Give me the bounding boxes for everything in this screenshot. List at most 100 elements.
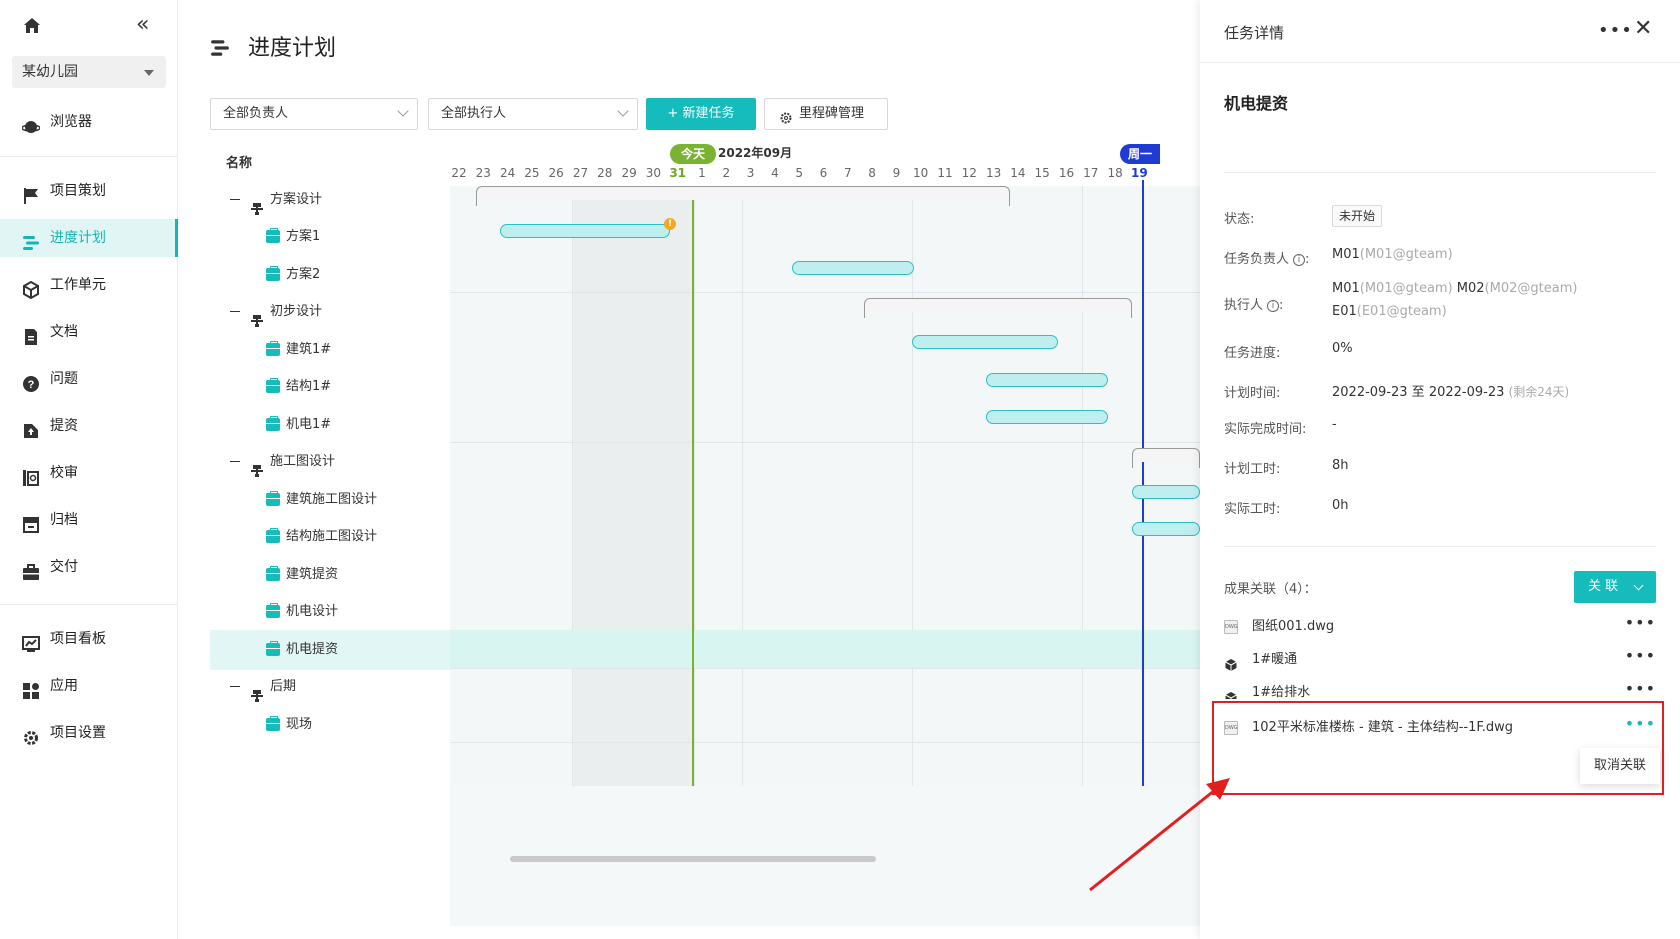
sidebar-item-issues[interactable]: ? 问题	[0, 360, 178, 398]
upload-icon	[22, 417, 40, 438]
sidebar-item-settings[interactable]: 项目设置	[0, 714, 178, 752]
grid-line	[572, 186, 573, 786]
task-bar[interactable]	[1132, 522, 1200, 536]
day-label: 29	[621, 166, 637, 180]
grid-row-line	[450, 742, 1200, 743]
owner-email: (M01@gteam)	[1359, 247, 1453, 262]
more-icon[interactable]: •••	[1625, 640, 1656, 672]
annotation-arrow	[1089, 778, 1230, 892]
result-item[interactable]: DWG 图纸001.dwg •••	[1224, 611, 1656, 643]
task-bar[interactable]	[500, 224, 670, 238]
collapse-toggle-icon[interactable]	[230, 307, 240, 317]
summary-bar[interactable]	[476, 186, 1010, 206]
owner-filter[interactable]: 全部负责人	[210, 98, 418, 130]
progress-value: 0%	[1332, 341, 1353, 356]
tree-task-row[interactable]: 方案2	[210, 255, 450, 295]
task-bar[interactable]	[986, 373, 1108, 387]
tree-task-row[interactable]: 建筑1#	[210, 330, 450, 370]
collapse-toggle-icon[interactable]	[230, 682, 240, 692]
sidebar-item-archive[interactable]: 归档	[0, 501, 178, 539]
day-label: 13	[985, 166, 1002, 180]
day-label: 11	[937, 166, 953, 180]
cube-icon	[1224, 686, 1238, 699]
more-icon[interactable]: •••	[1625, 677, 1656, 699]
collapse-toggle-icon[interactable]	[230, 195, 240, 205]
sidebar-item-review[interactable]: 校审	[0, 454, 178, 492]
tree-task-row[interactable]: 机电1#	[210, 405, 450, 445]
tree-label: 方案1	[286, 229, 321, 244]
collapse-icon[interactable]: «	[136, 14, 156, 36]
more-icon[interactable]: •••	[1625, 607, 1656, 639]
tree-task-row[interactable]: 现场	[210, 705, 450, 745]
day-label: 30	[645, 166, 662, 180]
link-button-label: 关 联	[1588, 579, 1619, 594]
weekend-shade	[572, 186, 694, 786]
tree-group-row[interactable]: 施工图设计	[210, 442, 450, 482]
project-selector[interactable]: 某幼儿园	[12, 56, 166, 88]
tree-group-row[interactable]: 初步设计	[210, 292, 450, 332]
link-button[interactable]: 关 联	[1574, 571, 1656, 603]
tree-task-row[interactable]: 建筑施工图设计	[210, 480, 450, 520]
tree-label: 建筑提资	[286, 567, 339, 582]
sidebar-item-schedule[interactable]: 进度计划	[0, 219, 178, 257]
gantt-icon	[22, 229, 40, 250]
grid-line	[1082, 186, 1083, 786]
sidebar-item-deliver[interactable]: 交付	[0, 548, 178, 586]
summary-bar[interactable]	[864, 298, 1132, 318]
group-icon	[250, 193, 264, 215]
tree-task-row[interactable]: 建筑提资	[210, 555, 450, 595]
selected-row-highlight	[450, 630, 1200, 668]
new-task-button[interactable]: + 新建任务	[646, 98, 756, 130]
day-label: 31	[669, 166, 687, 180]
day-label: 27	[572, 166, 589, 180]
info-icon[interactable]: i	[1267, 300, 1280, 312]
more-icon[interactable]: •••	[1598, 20, 1633, 41]
tree-group-row[interactable]: 后期	[210, 667, 450, 707]
day-label: 25	[524, 166, 540, 180]
task-bar[interactable]	[1132, 485, 1200, 499]
tree-task-row[interactable]: 方案1	[210, 217, 450, 257]
sidebar-item-apps[interactable]: 应用	[0, 667, 178, 705]
close-icon[interactable]: ✕	[1634, 18, 1656, 40]
task-bar[interactable]	[986, 410, 1108, 424]
today-badge[interactable]: 今天	[670, 144, 716, 164]
sidebar-item-planning[interactable]: 项目策划	[0, 172, 178, 210]
sidebar-item-docs[interactable]: 文档	[0, 313, 178, 351]
milestone-button[interactable]: 里程碑管理	[764, 98, 888, 130]
tree-label: 方案2	[286, 267, 321, 282]
sidebar-item-submit[interactable]: 提资	[0, 407, 178, 445]
tree-task-row[interactable]: 结构施工图设计	[210, 517, 450, 557]
actual-hours-value: 0h	[1332, 498, 1349, 513]
sidebar-item-browser[interactable]: 浏览器	[0, 103, 178, 141]
question-icon: ?	[22, 370, 40, 392]
home-icon[interactable]	[22, 16, 42, 36]
tree-task-row[interactable]: 机电设计	[210, 592, 450, 632]
unlink-menu-item[interactable]: 取消关联	[1580, 748, 1660, 784]
tree-group-row[interactable]: 方案设计	[210, 180, 450, 220]
tree-task-row[interactable]: 结构1#	[210, 367, 450, 407]
tree-label: 建筑1#	[286, 342, 332, 357]
sidebar-item-dashboard[interactable]: 项目看板	[0, 620, 178, 658]
result-item[interactable]: DWG 102平米标准楼栋 - 建筑 - 主体结构--1F.dwg •••	[1224, 712, 1656, 744]
result-item[interactable]: 1#暖通 •••	[1224, 644, 1656, 676]
result-item[interactable]: 1#给排水 •••	[1224, 677, 1656, 699]
sidebar-item-label: 归档	[50, 512, 78, 528]
sidebar-item-label: 项目设置	[50, 725, 106, 741]
executor-filter[interactable]: 全部执行人	[428, 98, 638, 130]
marker-badge[interactable]: 周一	[1120, 144, 1160, 164]
task-bar[interactable]	[792, 261, 914, 275]
divider	[0, 156, 178, 157]
collapse-toggle-icon[interactable]	[230, 457, 240, 467]
more-icon[interactable]: •••	[1625, 708, 1656, 740]
divider	[1224, 172, 1656, 173]
executor-email: (E01@gteam)	[1356, 304, 1447, 319]
result-name: 102平米标准楼栋 - 建筑 - 主体结构--1F.dwg	[1252, 720, 1514, 735]
tree-label: 后期	[270, 679, 297, 694]
sidebar-item-workunit[interactable]: 工作单元	[0, 266, 178, 304]
project-name: 某幼儿园	[22, 64, 78, 80]
task-bar[interactable]	[912, 335, 1058, 349]
summary-bar[interactable]	[1132, 448, 1200, 468]
info-icon[interactable]: i	[1293, 254, 1306, 266]
warning-badge[interactable]: !	[664, 218, 676, 230]
horizontal-scrollbar[interactable]	[510, 856, 876, 862]
